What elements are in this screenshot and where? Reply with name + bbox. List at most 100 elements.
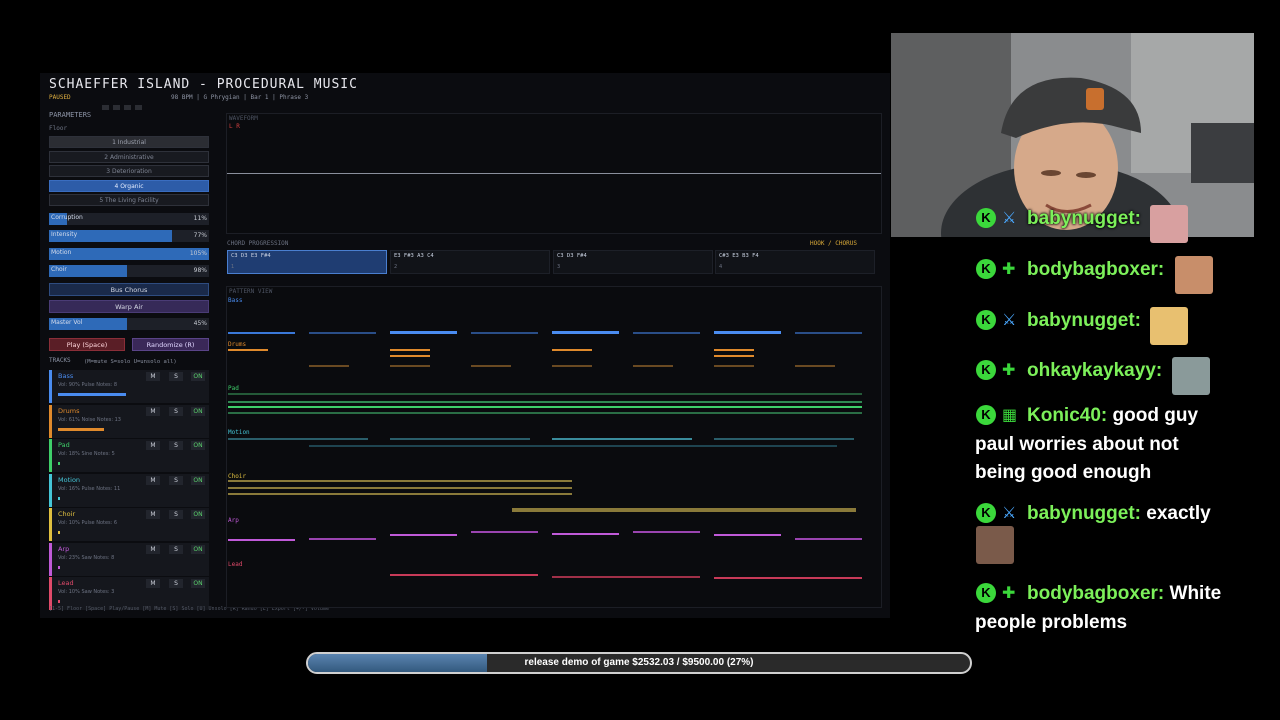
solo-button[interactable]: S [169,372,183,381]
note [633,531,700,533]
note [471,365,511,367]
track-card-motion[interactable]: Motion Vol: 16% Pulse Notes: 11 M S ON [49,473,209,507]
tracks-hint: (M=mute S=solo U=unsolo all) [84,359,177,365]
track-volume-bar [58,565,61,569]
track-volume-bar [58,393,126,396]
chat-message: Konic40: good guy [1027,402,1198,430]
note [390,365,430,367]
choir-slider[interactable]: Choir 98% [49,265,209,277]
mute-button[interactable]: M [146,372,160,381]
choir-slider-value: 98% [193,267,207,274]
chord-notes: C3 D3 E3 F#4 [231,253,271,259]
chat-username: ohkaykaykayy: [1027,360,1163,381]
note [228,401,862,403]
track-volume-bar [58,427,104,431]
chord-index: 4 [719,264,723,270]
motion-slider-name: Motion [51,249,72,256]
section-label: HOOK / CHORUS [810,240,857,247]
chat-username: babynugget: [1027,503,1141,524]
note [714,355,754,357]
floor-button-5[interactable]: 5 The Living Facility [49,194,209,206]
floor-button-1[interactable]: 1 Industrial [49,136,209,148]
note [552,365,592,367]
note [714,438,854,440]
play-button[interactable]: Play (Space) [49,338,125,351]
enable-toggle[interactable]: ON [191,406,205,416]
track-card-drums[interactable]: Drums Vol: 61% Noise Notes: 13 M S ON [49,404,209,438]
chat-badge-icon: K [976,310,996,330]
track-card-arp[interactable]: Arp Vol: 23% Saw Notes: 8 M S ON [49,542,209,576]
chord-slot-3[interactable]: C3 D3 F#4 3 [553,250,713,274]
enable-toggle[interactable]: ON [191,544,205,554]
note [552,438,692,440]
track-info: Vol: 61% Noise Notes: 13 [58,416,121,423]
track-card-choir[interactable]: Choir Vol: 10% Pulse Notes: 6 M S ON [49,508,209,541]
solo-button[interactable]: S [169,441,183,450]
note [714,534,781,536]
solo-button[interactable]: S [169,475,183,485]
note [228,349,268,351]
solo-button[interactable]: S [169,510,183,519]
track-volume-bar [58,496,61,500]
solo-button[interactable]: S [169,406,183,416]
mute-button[interactable]: M [146,475,160,485]
chat-badge-icon: K [976,583,996,603]
track-name: Pad [58,441,70,449]
enable-toggle[interactable]: ON [191,510,205,519]
note [471,332,538,334]
note [309,365,349,367]
chord-slot-2[interactable]: E3 F#3 A3 C4 2 [390,250,550,274]
goal-text: release demo of game $2532.03 / $9500.00… [524,657,754,668]
bus-chorus-button[interactable]: Bus Chorus [49,283,209,296]
enable-toggle[interactable]: ON [191,579,205,588]
pattern-track-label: Lead [228,561,243,568]
track-name: Motion [58,475,81,484]
note [390,331,457,334]
floor-button-2[interactable]: 2 Administrative [49,151,209,163]
solo-button[interactable]: S [169,544,183,554]
corruption-slider[interactable]: Corruption 11% [49,213,209,225]
mute-button[interactable]: M [146,441,160,450]
pattern-view-label: PATTERN VIEW [229,288,273,295]
intensity-slider[interactable]: Intensity 77% [49,230,209,242]
motion-slider[interactable]: Motion 105% [49,248,209,260]
track-card-pad[interactable]: Pad Vol: 18% Sine Notes: 5 M S ON [49,439,209,472]
note [390,574,538,576]
chat-badge-icon: K [976,259,996,279]
corruption-slider-value: 11% [193,215,207,222]
intensity-slider-value: 77% [193,232,207,239]
chat-message: ohkaykaykayy: [1027,357,1162,385]
track-info: Vol: 18% Sine Notes: 5 [58,451,115,457]
enable-toggle[interactable]: ON [191,372,205,381]
enable-toggle[interactable]: ON [191,441,205,450]
chat-message: babynugget: [1027,205,1141,233]
waveform-channels: L R [229,123,240,130]
chat-username: babynugget: [1027,310,1141,331]
mute-button[interactable]: M [146,579,160,588]
mute-button[interactable]: M [146,544,160,554]
chat-badge-icon: K [976,360,996,380]
chord-slot-1[interactable]: C3 D3 E3 F#4 1 [227,250,387,274]
master-volume-slider[interactable]: Master Vol 45% [49,318,209,330]
floor-button-3[interactable]: 3 Deterioration [49,165,209,177]
chord-slot-4[interactable]: C#3 E3 B3 F4 4 [715,250,875,274]
track-card-bass[interactable]: Bass Vol: 90% Pulse Notes: 8 M S ON [49,370,209,403]
pattern-track-label: Drums [228,341,246,348]
chord-notes: C3 D3 F#4 [557,253,587,259]
mute-button[interactable]: M [146,510,160,519]
warp-air-button[interactable]: Warp Air [49,300,209,313]
floor-button-4[interactable]: 4 Organic [49,180,209,192]
solo-button[interactable]: S [169,579,183,588]
enable-toggle[interactable]: ON [191,475,205,485]
randomize-button[interactable]: Randomize (R) [132,338,209,351]
note [390,355,430,357]
motion-notes [228,438,854,447]
chat-text-line: people problems [975,612,1128,633]
mute-button[interactable]: M [146,406,160,416]
music-app-window: SCHAEFFER ISLAND - PROCEDURAL MUSIC PAUS… [40,73,890,618]
chat-emote-image [976,526,1014,564]
sword-icon: ⚔ [1002,208,1017,227]
chat-username: babynugget: [1027,208,1141,229]
note [795,365,835,367]
note [228,406,862,408]
